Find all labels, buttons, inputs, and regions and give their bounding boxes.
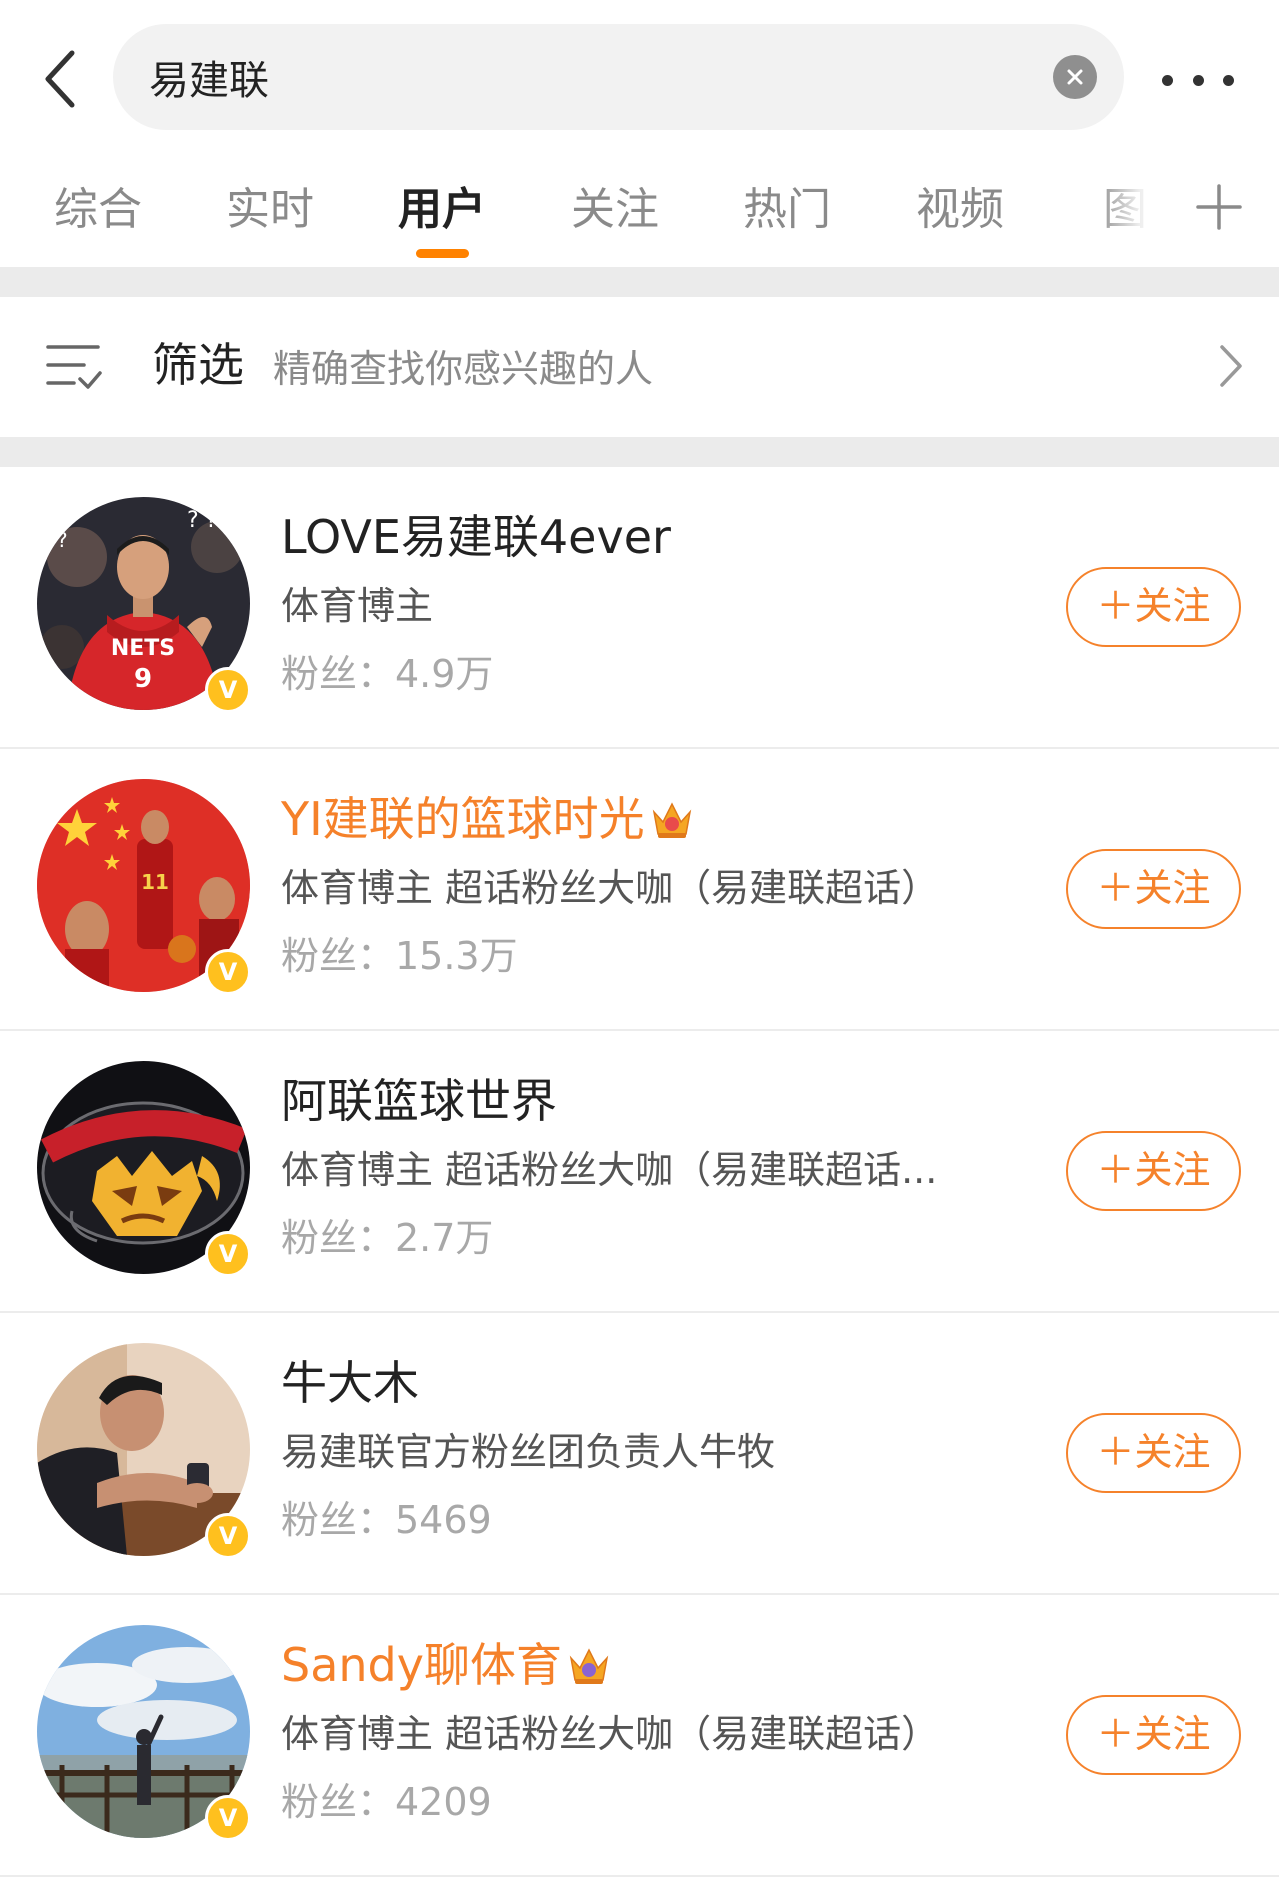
svg-text:9: 9: [134, 664, 152, 694]
user-name[interactable]: 牛大木: [281, 1353, 419, 1413]
tab-shipin[interactable]: 视频: [900, 180, 1020, 246]
follow-button[interactable]: ＋关注: [1066, 1131, 1241, 1211]
user-name[interactable]: YI建联的篮球时光: [281, 789, 695, 849]
user-fans-count: 粉丝：4.9万: [281, 652, 494, 696]
follow-button[interactable]: ＋关注: [1066, 849, 1241, 929]
svg-text:?: ?: [57, 528, 68, 552]
user-name-text: LOVE易建联4ever: [281, 510, 671, 564]
user-description: 体育博主 超话粉丝大咖（易建联超话）: [281, 1712, 940, 1756]
user-row[interactable]: V 牛大木 易建联官方粉丝团负责人牛牧 粉丝：5469 ＋关注: [0, 1313, 1279, 1595]
user-fans-count: 粉丝：4209: [281, 1780, 492, 1824]
user-row[interactable]: 11 V YI建联的篮球时光 体育博主 超话粉丝大咖（易建联超话） 粉丝：15.…: [0, 749, 1279, 1031]
more-dot-icon: [1192, 74, 1204, 86]
follow-button[interactable]: ＋关注: [1066, 567, 1241, 647]
search-box[interactable]: [113, 24, 1124, 130]
tab-remen[interactable]: 热门: [727, 180, 847, 246]
search-input[interactable]: [149, 48, 1029, 106]
user-name[interactable]: 阿联篮球世界: [281, 1071, 557, 1131]
filter-title: 筛选: [152, 338, 244, 392]
filter-icon: [46, 345, 102, 389]
crown-icon: [569, 1648, 609, 1684]
chevron-right-icon: [1220, 345, 1242, 387]
close-icon: [1067, 69, 1083, 85]
plus-icon: [1196, 184, 1242, 230]
user-list: NETS 9 ? ? ? ? V LOVE易建联4ever 体育博主 粉丝：4.…: [0, 467, 1279, 1877]
tab-guanzhu[interactable]: 关注: [555, 180, 675, 246]
verified-badge-icon: V: [205, 1231, 251, 1277]
tab-shishi[interactable]: 实时: [210, 180, 330, 246]
crown-icon: [652, 802, 691, 838]
user-row[interactable]: NETS 9 ? ? ? ? V LOVE易建联4ever 体育博主 粉丝：4.…: [0, 467, 1279, 749]
clear-search-button[interactable]: [1053, 55, 1097, 99]
filter-row[interactable]: 筛选 精确查找你感兴趣的人: [0, 297, 1279, 437]
more-dot-icon: [1162, 74, 1173, 86]
section-divider: [0, 267, 1279, 297]
user-description: 易建联官方粉丝团负责人牛牧: [281, 1430, 776, 1474]
active-tab-indicator: [416, 249, 469, 258]
tab-zonghe[interactable]: 综合: [38, 180, 158, 246]
add-tab-button[interactable]: [1192, 180, 1246, 234]
more-options-button[interactable]: [1162, 56, 1234, 104]
chevron-left-icon: [45, 50, 75, 108]
follow-button[interactable]: ＋关注: [1066, 1413, 1241, 1493]
svg-text:11: 11: [141, 870, 169, 894]
user-name[interactable]: LOVE易建联4ever: [281, 507, 671, 567]
top-bar: [0, 0, 1279, 150]
search-tabs: 综合 实时 用户 关注 热门 视频 图: [0, 160, 1279, 267]
tab-yonghu[interactable]: 用户: [382, 180, 502, 246]
user-fans-count: 粉丝：15.3万: [281, 934, 518, 978]
user-name[interactable]: Sandy聊体育: [281, 1635, 612, 1695]
verified-badge-icon: V: [205, 1795, 251, 1841]
verified-badge-icon: V: [205, 1513, 251, 1559]
user-name-text: YI建联的篮球时光: [281, 792, 645, 846]
svg-text:NETS: NETS: [111, 636, 175, 661]
filter-description: 精确查找你感兴趣的人: [273, 347, 654, 391]
search-results-screen: 综合 实时 用户 关注 热门 视频 图 筛选 精确查找你感兴趣的人: [0, 0, 1279, 1884]
tab-tupian[interactable]: 图: [1065, 180, 1185, 246]
verified-badge-icon: V: [205, 667, 251, 713]
user-description: 体育博主: [281, 584, 434, 628]
follow-button[interactable]: ＋关注: [1066, 1695, 1241, 1775]
svg-text:? ? ?: ? ? ?: [187, 508, 236, 533]
user-fans-count: 粉丝：5469: [281, 1498, 492, 1542]
user-description: 体育博主 超话粉丝大咖（易建联超话...: [281, 1148, 938, 1192]
user-row[interactable]: V Sandy聊体育 体育博主 超话粉丝大咖（易建联超话） 粉丝：4209 ＋关…: [0, 1595, 1279, 1877]
user-row[interactable]: V 阿联篮球世界 体育博主 超话粉丝大咖（易建联超话... 粉丝：2.7万 ＋关…: [0, 1031, 1279, 1313]
user-fans-count: 粉丝：2.7万: [281, 1216, 494, 1260]
section-divider: [0, 437, 1279, 467]
user-name-text: 阿联篮球世界: [281, 1074, 557, 1128]
more-dot-icon: [1223, 74, 1234, 86]
back-button[interactable]: [30, 42, 90, 116]
user-name-text: 牛大木: [281, 1356, 419, 1410]
user-name-text: Sandy聊体育: [281, 1638, 562, 1692]
user-description: 体育博主 超话粉丝大咖（易建联超话）: [281, 866, 940, 910]
verified-badge-icon: V: [205, 949, 251, 995]
